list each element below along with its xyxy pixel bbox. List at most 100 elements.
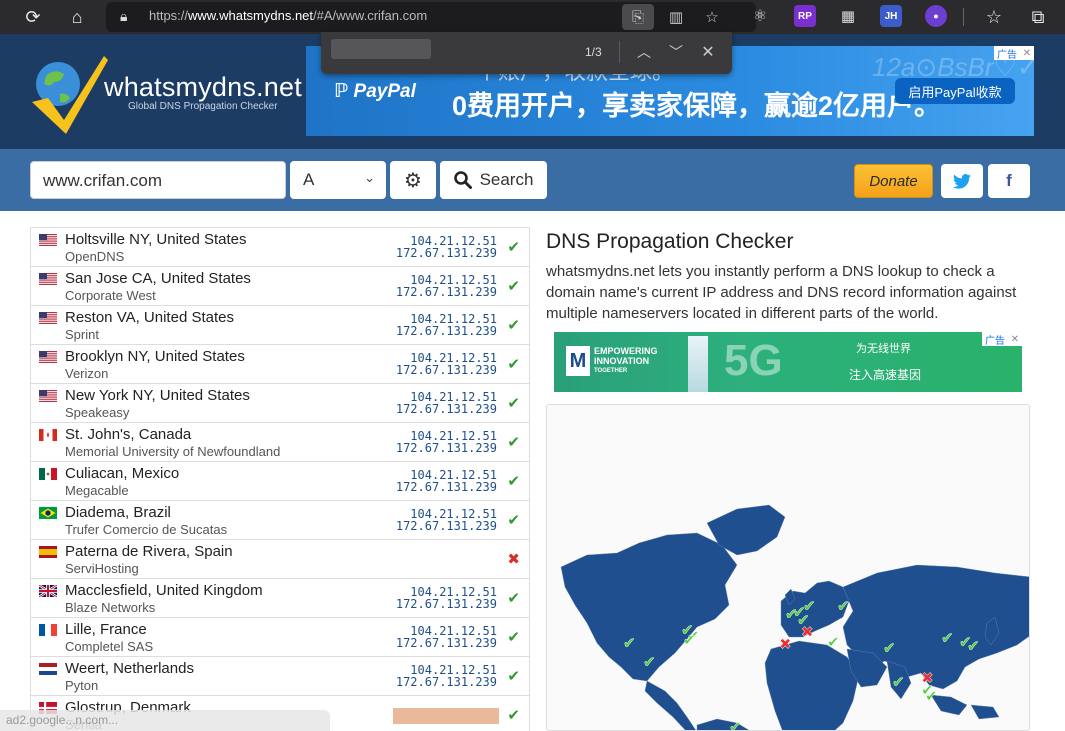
qr-code-icon[interactable]: ▦ (837, 5, 859, 27)
add-favorite-icon[interactable]: ☆ (696, 4, 728, 30)
collections-icon[interactable]: ⧉ (1024, 4, 1052, 30)
result-ips: 104.21.12.51 172.67.131.239 (396, 391, 497, 415)
browser-toolbar: ⟳ ⌂ 🔒︎ https://www.whatsmydns.net/#A/www… (0, 0, 1065, 34)
paypal-logo: ℙ PayPal (334, 81, 416, 102)
map-check-marker-icon[interactable]: ✔ (925, 688, 938, 705)
flag-br-icon (39, 507, 57, 519)
result-ips: 104.21.12.51 172.67.131.239 (396, 430, 497, 454)
result-row[interactable]: Paterna de Rivera, Spain ServiHosting ✖ (31, 540, 529, 579)
status-bar-url: ad2.google...n.com... (0, 710, 330, 731)
result-row[interactable]: Lille, France Completel SAS 104.21.12.51 17… (31, 618, 529, 657)
find-in-page-icon[interactable]: ⎘ (622, 4, 654, 30)
domain-input[interactable]: www.crifan.com (30, 161, 286, 199)
map-cross-marker-icon[interactable]: ✖ (801, 624, 814, 641)
ad-cta-button[interactable]: 启用PayPal收款 (895, 78, 1015, 104)
map-check-marker-icon[interactable]: ✔ (827, 634, 840, 651)
check-icon: ✔ (507, 590, 520, 607)
map-check-marker-icon[interactable]: ✔ (883, 640, 896, 657)
result-row[interactable]: Culiacan, Mexico Megacable 104.21.12.51 172… (31, 462, 529, 501)
chevron-down-icon: ⌄ (364, 170, 375, 185)
donate-button[interactable]: Donate (854, 164, 933, 198)
favorites-icon[interactable]: ☆ (980, 4, 1008, 30)
facebook-icon: f (1006, 171, 1012, 190)
result-row[interactable]: St. John's, Canada Memorial University of… (31, 423, 529, 462)
map-check-marker-icon[interactable]: ✔ (967, 638, 980, 655)
result-provider: Pyton (65, 678, 99, 693)
result-ips: 104.21.12.51 172.67.131.239 (396, 586, 497, 610)
check-icon: ✔ (507, 395, 520, 412)
reload-icon[interactable]: ⟳ (19, 4, 47, 30)
url-text[interactable]: https://www.whatsmydns.net/#A/www.crifan… (149, 8, 427, 23)
check-icon: ✔ (507, 317, 520, 334)
reader-view-icon[interactable]: ▥ (660, 4, 692, 30)
flag-mx-icon (39, 468, 57, 480)
find-close-icon[interactable]: ✕ (694, 40, 722, 64)
map-check-marker-icon[interactable]: ✔ (837, 598, 850, 615)
ip-address: 172.67.131.239 (395, 597, 497, 611)
result-provider: Blaze Networks (65, 600, 156, 615)
result-row[interactable]: Weert, Netherlands Pyton 104.21.12.51 172.6… (31, 657, 529, 696)
ad-badge[interactable]: 广告 (982, 332, 1008, 347)
result-ips: 104.21.12.51 172.67.131.239 (396, 313, 497, 337)
ad-brand-text: EMPOWERING INNOVATION TOGETHER (594, 346, 658, 374)
result-location: Brooklyn NY, United States (65, 348, 245, 365)
result-provider: Megacable (65, 483, 129, 498)
map-check-marker-icon[interactable]: ✔ (623, 635, 636, 652)
map-check-marker-icon[interactable]: ✔ (643, 654, 656, 671)
map-check-marker-icon[interactable]: ✔ (729, 719, 742, 731)
result-provider: Speakeasy (65, 405, 130, 420)
mouser-banner-ad[interactable]: M EMPOWERING INNOVATION TOGETHER 5G 为无线世… (554, 332, 1022, 392)
home-icon[interactable]: ⌂ (63, 4, 91, 30)
twitter-button[interactable] (941, 164, 983, 198)
world-map[interactable]: ✔ ✔ ✔ ✔ ✔ ✔ ✔ ✔ ✔ ✔ ✖ ✖ ✔ ✔ ✔ ✔ ✔ ✔ ✔ ✔ ✖ ✔ (546, 404, 1030, 731)
flag-gb-icon (39, 585, 57, 597)
logo-text[interactable]: whatsmydns.net (104, 72, 302, 103)
globe-check-logo-icon[interactable] (28, 50, 110, 134)
address-bar[interactable]: 🔒︎ https://www.whatsmydns.net/#A/www.cri… (106, 2, 756, 32)
settings-button[interactable]: ⚙ (390, 161, 436, 199)
result-row[interactable]: New York NY, United States Speakeasy 104.2… (31, 384, 529, 423)
flag-us-icon (39, 390, 57, 402)
result-ips: 104.21.12.51 172.67.131.239 (396, 274, 497, 298)
ip-address: 172.67.131.239 (395, 519, 497, 533)
map-check-marker-icon[interactable]: ✔ (892, 674, 905, 691)
check-icon: ✔ (507, 512, 520, 529)
result-row[interactable]: Brooklyn NY, United States Verizon 104.21.… (31, 345, 529, 384)
result-row[interactable]: Reston VA, United States Sprint 104.21.12.… (31, 306, 529, 345)
map-check-marker-icon[interactable]: ✔ (941, 630, 954, 647)
ip-address: 172.67.131.239 (395, 246, 497, 260)
result-row[interactable]: Macclesfield, United Kingdom Blaze Networ… (31, 579, 529, 618)
find-next-icon[interactable]: ﹀ (662, 40, 690, 64)
result-row[interactable]: San Jose CA, United States Corporate West… (31, 267, 529, 306)
ad-cn-line1: 为无线世界 (856, 343, 911, 355)
find-previous-icon[interactable]: ︿ (630, 40, 658, 64)
record-type-value: A (303, 170, 315, 189)
facebook-button[interactable]: f (988, 164, 1030, 198)
find-divider (619, 41, 620, 63)
result-row[interactable]: Diadema, Brazil Trufer Comercio de Sucata… (31, 501, 529, 540)
result-location: San Jose CA, United States (65, 270, 251, 287)
ip-redacted (393, 708, 499, 724)
flag-us-icon (39, 273, 57, 285)
extension-rp-icon[interactable]: RP (794, 5, 816, 27)
find-input[interactable] (331, 39, 431, 59)
ad-close-icon[interactable]: ✕ (1019, 46, 1034, 60)
flag-us-icon (39, 234, 57, 246)
ad-close-icon[interactable]: ✕ (1007, 332, 1022, 346)
extension-jh-icon[interactable]: JH (880, 5, 902, 27)
check-icon: ✔ (507, 707, 520, 724)
result-row[interactable]: Holtsville NY, United States OpenDNS 104.2… (31, 228, 529, 267)
cross-icon: ✖ (507, 551, 520, 568)
record-type-select[interactable]: A ⌄ (290, 161, 386, 199)
search-button[interactable]: Search (440, 161, 547, 199)
result-location: St. John's, Canada (65, 426, 192, 443)
extension-wb-icon[interactable]: ● (925, 5, 947, 27)
ad-badge[interactable]: 广告 (994, 46, 1020, 61)
result-provider: Completel SAS (65, 639, 154, 654)
react-devtools-icon[interactable]: ⚛ (749, 5, 771, 27)
check-icon: ✔ (507, 668, 520, 685)
map-cross-marker-icon[interactable]: ✖ (921, 670, 934, 687)
map-cross-marker-icon[interactable]: ✖ (779, 636, 792, 653)
map-check-marker-icon[interactable]: ✔ (683, 632, 696, 649)
check-icon: ✔ (507, 629, 520, 646)
